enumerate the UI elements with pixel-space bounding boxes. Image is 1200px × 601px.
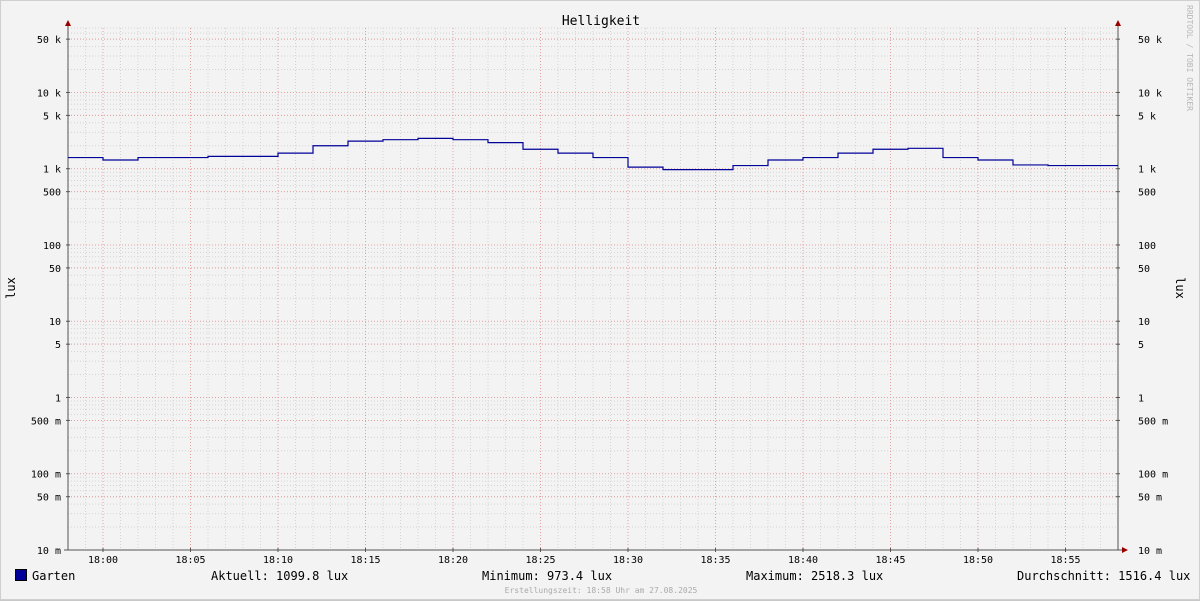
brightness-chart: 50 k 50 k 10 k 10 k 5 k 5 k 1 k 1 k 500 500 100 100… [4,14,1187,566]
y-tick-label-left: 1 k [43,165,61,176]
x-tick-label: 18:20 [438,555,468,566]
y-tick-label-left: 10 m [37,546,61,557]
y-tick-label-left: 5 [55,340,61,351]
chart-title: Helligkeit [562,14,640,29]
x-tick-label: 18:30 [613,555,643,566]
y-tick-label-right: 10 k [1138,88,1162,99]
graph-frame: 50 k 50 k 10 k 10 k 5 k 5 k 1 k 1 k 500 500 100 100… [0,0,1200,600]
y-tick-label-right: 10 [1138,317,1150,328]
y-axis-arrow-right [1115,20,1121,26]
legend-average: Durchschnitt: 1516.4 lux [1017,569,1191,583]
y-tick-label-left: 1 [55,393,61,404]
x-tick-label: 18:10 [263,555,293,566]
y-tick-label-left: 50 m [37,493,61,504]
x-tick-label: 18:25 [525,555,555,566]
y-tick-label-left: 500 [43,188,61,199]
creation-time-footer: Erstellungszeit: 18:58 Uhr am 27.08.2025 [504,586,698,595]
x-tick-label: 18:50 [963,555,993,566]
legend-maximum: Maximum: 2518.3 lux [746,569,884,583]
x-tick-label: 18:35 [700,555,730,566]
legend-minimum: Minimum: 973.4 lux [482,569,613,583]
legend-series: Garten [15,569,75,583]
y-tick-label-left: 50 k [37,35,61,46]
y-tick-labels: 50 k 50 k 10 k 10 k 5 k 5 k 1 k 1 k 500 500 100 100… [31,35,1168,557]
y-axis-label-left: lux [4,277,18,299]
x-tick-label: 18:45 [875,555,905,566]
legend-current: Aktuell: 1099.8 lux [211,569,349,583]
y-tick-label-right: 100 m [1138,470,1168,481]
y-tick-label-left: 100 [43,241,61,252]
x-tick-label: 18:05 [175,555,205,566]
x-tick-label: 18:55 [1050,555,1080,566]
x-tick-label: 18:15 [350,555,380,566]
x-axis-arrow [1122,547,1128,553]
y-tick-label-right: 5 k [1138,111,1156,122]
legend-series-name: Garten [32,569,76,583]
y-tick-label-right: 10 m [1138,546,1162,557]
y-tick-label-right: 50 m [1138,493,1162,504]
y-axis-arrow-left [65,20,71,26]
rrdtool-watermark: RRDTOOL / TOBI OETIKER [1185,5,1194,111]
x-tick-label: 18:00 [88,555,118,566]
y-tick-label-right: 500 [1138,188,1156,199]
y-tick-label-right: 500 m [1138,416,1168,427]
y-tick-label-left: 10 [49,317,61,328]
y-tick-label-left: 5 k [43,111,61,122]
y-tick-label-left: 50 [49,264,61,275]
y-tick-label-right: 50 k [1138,35,1162,46]
x-tick-labels: 18:00 18:05 18:10 18:15 18:20 18:25 18:30 18:35… [88,555,1081,566]
legend-color-swatch [15,569,27,581]
y-axis-label-right: lux [1173,277,1187,299]
y-tick-label-left: 10 k [37,88,61,99]
y-tick-label-right: 100 [1138,241,1156,252]
minor-grid [68,27,1118,550]
series-layer [68,137,1118,171]
y-tick-label-right: 5 [1138,340,1144,351]
x-tick-label: 18:40 [788,555,818,566]
y-tick-label-right: 50 [1138,264,1150,275]
y-tick-label-right: 1 k [1138,165,1156,176]
series-line-garten [68,137,1118,171]
y-tick-label-right: 1 [1138,393,1144,404]
y-tick-label-left: 100 m [31,470,61,481]
y-tick-label-left: 500 m [31,416,61,427]
